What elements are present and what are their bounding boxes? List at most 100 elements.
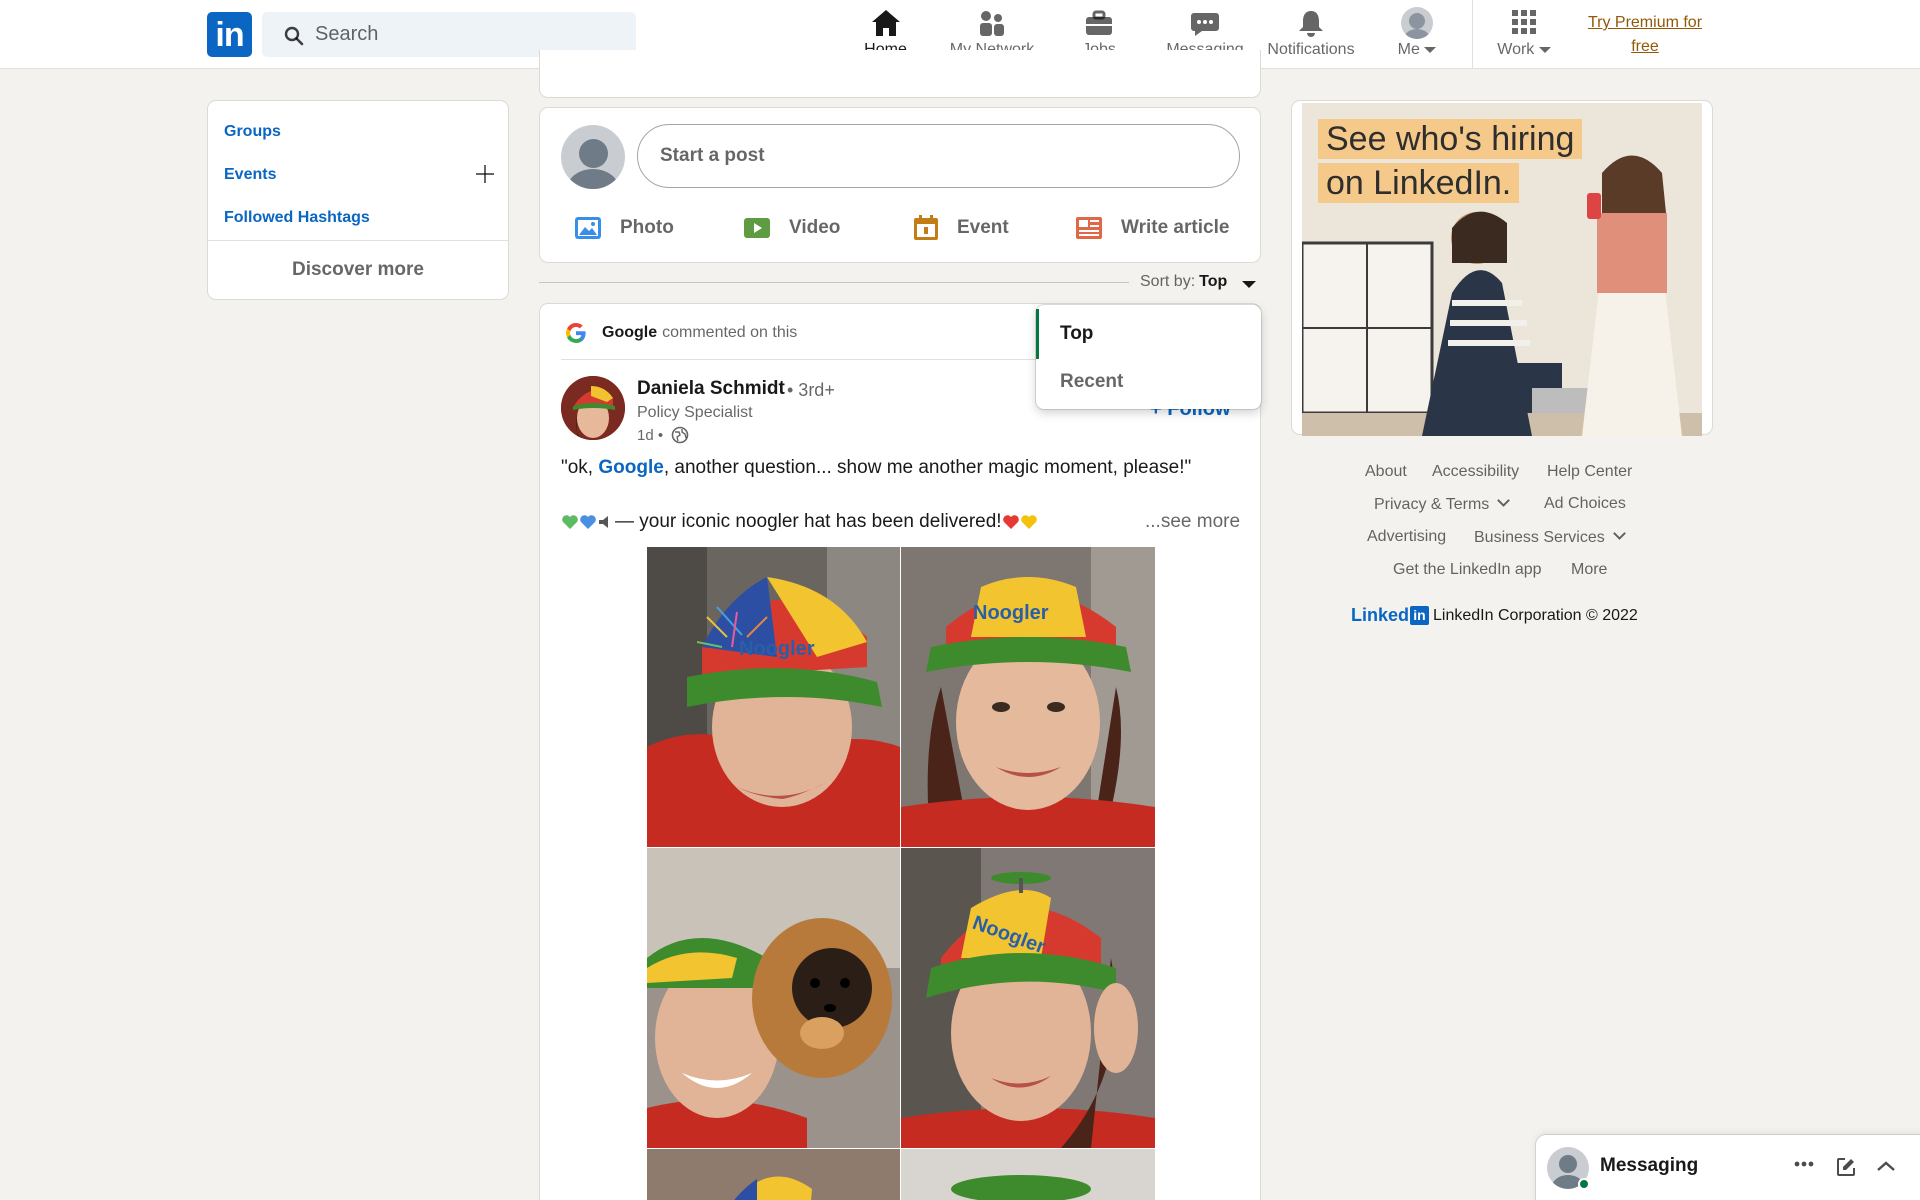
- footer-accessibility-link[interactable]: Accessibility: [1432, 463, 1519, 481]
- write-article-button[interactable]: Write article: [1075, 210, 1229, 246]
- footer-about-link[interactable]: About: [1365, 463, 1407, 481]
- photo-button[interactable]: Photo: [574, 210, 674, 246]
- me-avatar: [1401, 7, 1433, 39]
- briefcase-icon: [1086, 10, 1112, 35]
- google-mention-link[interactable]: Google: [598, 457, 663, 478]
- post-photo-5[interactable]: [647, 1149, 900, 1200]
- video-icon: [744, 218, 770, 238]
- sort-option-recent[interactable]: Recent: [1036, 357, 1261, 407]
- article-icon: [1076, 217, 1102, 239]
- nav-work[interactable]: Work: [1484, 0, 1564, 68]
- nav-divider: [1472, 0, 1473, 68]
- nav-work-label: Work: [1484, 41, 1564, 59]
- noogler-hat-text: Noogler: [739, 638, 815, 660]
- nav-notifications[interactable]: Notifications: [1261, 0, 1361, 68]
- groups-link[interactable]: Groups: [224, 123, 281, 141]
- post-photo-6[interactable]: [901, 1149, 1155, 1200]
- author-photo: [561, 376, 625, 440]
- ad-headline-line-1: See who's hiring: [1318, 119, 1583, 159]
- post-image-grid[interactable]: Noogler Noogler Noogler: [647, 547, 1155, 1200]
- video-label: Video: [789, 217, 841, 238]
- globe-icon: [671, 426, 689, 444]
- post-photo-4[interactable]: Noogler: [901, 848, 1155, 1148]
- noogler-hat-text: Noogler: [973, 602, 1049, 624]
- post-timestamp: 1d •: [637, 426, 689, 444]
- post-photo-1[interactable]: Noogler: [647, 547, 900, 847]
- add-event-icon[interactable]: [475, 164, 495, 184]
- feed-post: Google commented on this Daniela Schmidt…: [539, 303, 1261, 1200]
- more-options-icon[interactable]: [1794, 1161, 1814, 1167]
- author-name[interactable]: Daniela Schmidt: [637, 378, 785, 400]
- context-actor[interactable]: Google: [602, 324, 657, 342]
- photo-4-image: Noogler: [901, 848, 1155, 1148]
- ad-headline-line-2: on LinkedIn.: [1318, 163, 1520, 203]
- nav-me[interactable]: Me: [1380, 0, 1454, 68]
- post-text-line-2: — your iconic noogler hat has been deliv…: [561, 511, 1038, 533]
- messaging-title[interactable]: Messaging: [1600, 1155, 1698, 1177]
- messaging-overlay[interactable]: Messaging: [1536, 1135, 1920, 1200]
- online-status-dot: [1578, 1178, 1590, 1190]
- user-avatar[interactable]: [561, 125, 625, 189]
- sort-divider: [539, 282, 1129, 283]
- author-headline: Policy Specialist: [637, 404, 753, 421]
- photo-6-image: [901, 1149, 1155, 1200]
- footer-privacy-link[interactable]: Privacy & Terms: [1374, 494, 1511, 514]
- premium-line-2: free: [1631, 38, 1659, 55]
- footer-more-link[interactable]: More: [1571, 561, 1607, 579]
- connection-degree: • 3rd+: [787, 380, 835, 400]
- yellow-heart-icon: [1020, 515, 1037, 529]
- bell-icon: [1299, 11, 1323, 37]
- caret-down-icon[interactable]: [1242, 281, 1256, 288]
- left-sidebar-card: Groups Events Followed Hashtags Discover…: [207, 100, 509, 300]
- footer-getapp-link[interactable]: Get the LinkedIn app: [1393, 561, 1542, 579]
- sort-by-control[interactable]: Sort by: Top: [1140, 273, 1227, 291]
- chevron-down-icon: [1538, 46, 1551, 53]
- chevron-up-icon[interactable]: [1876, 1159, 1896, 1173]
- sort-dropdown-menu: Top Recent: [1036, 305, 1261, 409]
- grid-icon: [1512, 10, 1536, 34]
- followed-hashtags-link[interactable]: Followed Hashtags: [224, 209, 370, 227]
- ad-image[interactable]: See who's hiring on LinkedIn.: [1302, 103, 1702, 436]
- chat-icon: [1191, 13, 1219, 36]
- premium-line-1: Try Premium for: [1587, 14, 1703, 31]
- see-more-link[interactable]: ...see more: [1145, 511, 1240, 533]
- footer-advertising-link[interactable]: Advertising: [1367, 528, 1446, 546]
- footer-brand-word: Linked: [1351, 605, 1410, 625]
- post-photo-3[interactable]: [647, 848, 900, 1148]
- sidebar-divider: [208, 240, 508, 241]
- footer-help-link[interactable]: Help Center: [1547, 463, 1632, 481]
- video-button[interactable]: Video: [743, 210, 840, 246]
- event-button[interactable]: Event: [913, 210, 1009, 246]
- sort-by-value: Top: [1199, 273, 1228, 290]
- network-icon: [980, 11, 1004, 36]
- share-box: Start a post Photo Video Event Write art…: [539, 107, 1261, 263]
- write-article-label: Write article: [1121, 217, 1230, 238]
- chevron-down-icon: [1424, 46, 1437, 53]
- green-heart-icon: [562, 515, 578, 529]
- photo-5-image: [647, 1149, 900, 1200]
- footer-copyright: LinkedIn Corporation © 2022: [1433, 606, 1638, 624]
- photo-label: Photo: [620, 217, 674, 238]
- ad-card[interactable]: See who's hiring on LinkedIn.: [1291, 100, 1713, 436]
- blue-heart-icon: [580, 515, 596, 529]
- try-premium-link[interactable]: Try Premium for free: [1575, 11, 1715, 59]
- sort-by-label: Sort by:: [1140, 273, 1196, 290]
- post-photo-2[interactable]: Noogler: [901, 547, 1155, 847]
- previous-card-edge: [539, 50, 1261, 98]
- photo-1-image: Noogler: [647, 547, 900, 847]
- linkedin-logo[interactable]: in: [207, 12, 252, 57]
- author-avatar[interactable]: [561, 376, 625, 440]
- sort-option-top[interactable]: Top: [1036, 309, 1261, 359]
- start-post-button[interactable]: Start a post: [637, 124, 1240, 188]
- footer-brand: Linked in LinkedIn Corporation © 2022: [1351, 605, 1638, 626]
- post-text-line-1: "ok, Google, another question... show me…: [561, 457, 1192, 478]
- footer-adchoices-link[interactable]: Ad Choices: [1544, 495, 1626, 513]
- home-icon: [871, 10, 900, 36]
- nav-me-label: Me: [1380, 41, 1454, 59]
- footer-business-link[interactable]: Business Services: [1474, 527, 1626, 547]
- events-link[interactable]: Events: [224, 166, 276, 184]
- discover-more-button[interactable]: Discover more: [208, 259, 508, 281]
- photo-icon: [575, 217, 601, 239]
- compose-icon[interactable]: [1836, 1157, 1856, 1177]
- nav-notifications-label: Notifications: [1267, 41, 1355, 58]
